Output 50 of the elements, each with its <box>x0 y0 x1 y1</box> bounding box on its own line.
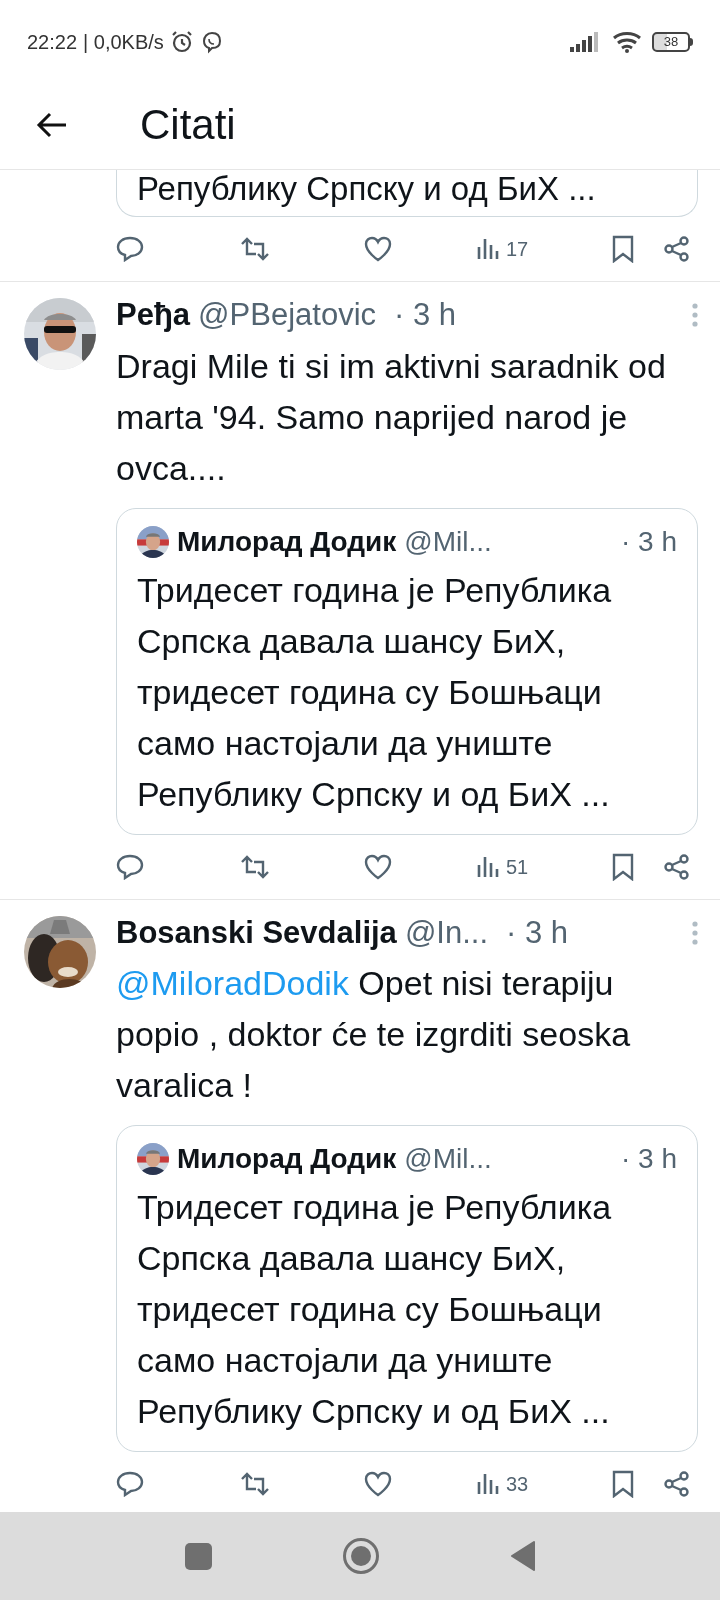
quoted-post-card[interactable]: Републику Српску и од БиХ ... <box>116 170 698 217</box>
author-name: Peђa <box>116 296 191 334</box>
post-time: · 3 h <box>394 296 457 334</box>
bookmark-icon[interactable] <box>612 1470 634 1498</box>
post-time: · 3 h <box>620 1142 677 1176</box>
bar-chart-icon <box>476 1472 500 1496</box>
quoted-post-text: Републику Српску и од БиХ ... <box>137 170 597 208</box>
status-time: 22:22 <box>27 30 78 55</box>
repost-icon[interactable] <box>240 237 270 261</box>
quoted-post-text: Тридесет година је Република Српска давала шансу БиХ, тридесет година су Бошњаци само настојали да униште Републику Српску и од БиХ ... <box>137 1187 613 1432</box>
post-text: Dragi Mile ti si im aktivni saradnik od marta '94. Samo naprijed narod je ovca.... <box>116 345 667 489</box>
quoted-post-card[interactable]: Милорад Додик @Mil... · 3 h Тридесет година је Република Српска давала шансу БиХ, тридесет година су Бошњаци само настојали да униште Републику Српску и од БиХ ... <box>116 507 698 835</box>
heart-icon[interactable] <box>364 1471 392 1497</box>
views-button[interactable]: 51 <box>476 851 529 882</box>
bookmark-icon[interactable] <box>612 852 634 881</box>
repost-icon[interactable] <box>240 1472 270 1496</box>
network-speed: | 0,0KB/s <box>83 30 164 55</box>
author-handle: @Mil... <box>404 524 492 559</box>
back-button[interactable] <box>509 1541 536 1571</box>
back-arrow-icon[interactable] <box>36 110 68 139</box>
post-time: · 3 h <box>506 913 569 952</box>
share-icon[interactable] <box>664 853 690 880</box>
wifi-icon <box>612 30 642 54</box>
reply-icon[interactable] <box>116 236 144 262</box>
author-handle: @Mil... <box>404 1142 492 1176</box>
bookmark-icon[interactable] <box>612 235 634 263</box>
battery-icon: 38 <box>652 32 693 52</box>
share-icon[interactable] <box>664 236 690 262</box>
views-button[interactable]: 33 <box>476 1469 529 1499</box>
recents-button[interactable] <box>184 1542 212 1570</box>
page-title: Citati <box>140 100 236 150</box>
share-icon[interactable] <box>664 1471 690 1497</box>
heart-icon[interactable] <box>364 236 392 262</box>
bar-chart-icon <box>476 237 500 261</box>
reply-icon[interactable] <box>116 853 144 880</box>
home-button[interactable] <box>341 1537 380 1575</box>
heart-icon[interactable] <box>364 853 392 880</box>
author-name: Bosanski Sevdalija <box>116 913 397 952</box>
quoted-post-card[interactable]: Милорад Додик @Mil... · 3 h Тридесет година је Република Српска давала шансу БиХ, тридесет година су Бошњаци само настојали да униште Републику Српску и од БиХ ... <box>116 1125 698 1452</box>
quoted-post-text: Тридесет година је Република Српска давала шансу БиХ, тридесет година су Бошњаци само настојали да униште Републику Српску и од БиХ ... <box>137 569 613 815</box>
repost-icon[interactable] <box>240 854 270 879</box>
author-name: Милорад Додик <box>177 1142 397 1176</box>
post-time: · 3 h <box>620 524 677 559</box>
author-handle: @In... <box>404 913 489 952</box>
post-text: @MiloradDodik Opet nisi terapiju popio , doktor će te izgrditi seoska varalica ! <box>116 963 632 1106</box>
author-name: Милорад Додик <box>177 524 397 559</box>
author-handle: @PBejatovic <box>198 296 377 334</box>
reply-icon[interactable] <box>116 1471 144 1497</box>
views-button[interactable]: 17 <box>476 234 529 264</box>
bar-chart-icon <box>476 854 500 879</box>
